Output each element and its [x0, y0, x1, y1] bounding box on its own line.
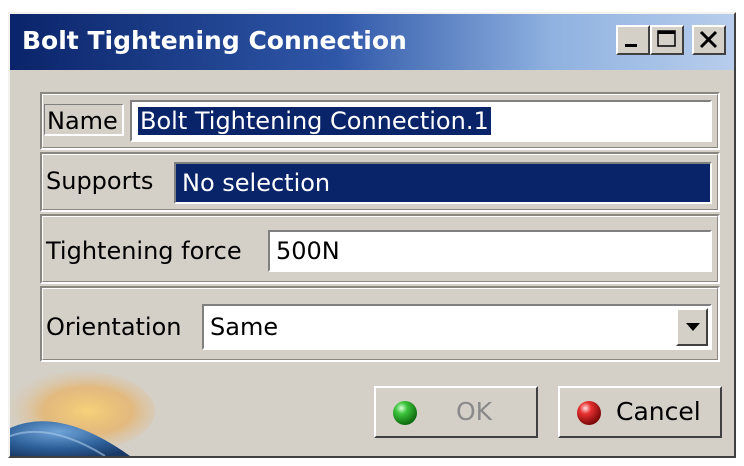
supports-label: Supports: [46, 167, 154, 195]
name-field[interactable]: Bolt Tightening Connection.1: [130, 100, 712, 142]
orientation-value: Same: [210, 313, 279, 341]
orientation-select[interactable]: Same: [202, 304, 712, 350]
ok-button[interactable]: OK: [374, 386, 538, 438]
maximize-icon: [657, 30, 676, 47]
cancel-label: Cancel: [616, 397, 701, 426]
chevron-down-icon: [686, 323, 700, 331]
cancel-bulb-icon: [577, 401, 601, 425]
ok-label: OK: [456, 397, 493, 426]
tightening-force-label: Tightening force: [46, 237, 242, 265]
catia-logo-icon: [10, 371, 155, 456]
name-value: Bolt Tightening Connection.1: [138, 107, 491, 135]
supports-field[interactable]: No selection: [174, 162, 712, 204]
title-bar[interactable]: Bolt Tightening Connection: [10, 14, 734, 70]
tightening-force-group: Tightening force 500N: [40, 214, 720, 284]
minimize-icon: [625, 44, 637, 47]
supports-value: No selection: [182, 169, 331, 197]
supports-group: Supports No selection: [40, 152, 720, 212]
cancel-button[interactable]: Cancel: [558, 386, 722, 438]
name-group: Name Bolt Tightening Connection.1: [40, 92, 720, 150]
orientation-group: Orientation Same: [40, 286, 720, 362]
name-label: Name: [44, 104, 124, 136]
tightening-force-value: 500N: [276, 237, 340, 265]
dialog-window: Bolt Tightening Connection Name Bolt Tig…: [8, 12, 736, 458]
close-button[interactable]: [692, 25, 726, 55]
window-title: Bolt Tightening Connection: [22, 26, 407, 55]
orientation-label: Orientation: [46, 313, 182, 341]
maximize-button[interactable]: [650, 25, 684, 55]
ok-bulb-icon: [393, 401, 417, 425]
minimize-button[interactable]: [616, 25, 650, 55]
orientation-dropdown-button[interactable]: [676, 308, 708, 346]
tightening-force-field[interactable]: 500N: [268, 230, 712, 272]
close-icon: [699, 30, 718, 49]
